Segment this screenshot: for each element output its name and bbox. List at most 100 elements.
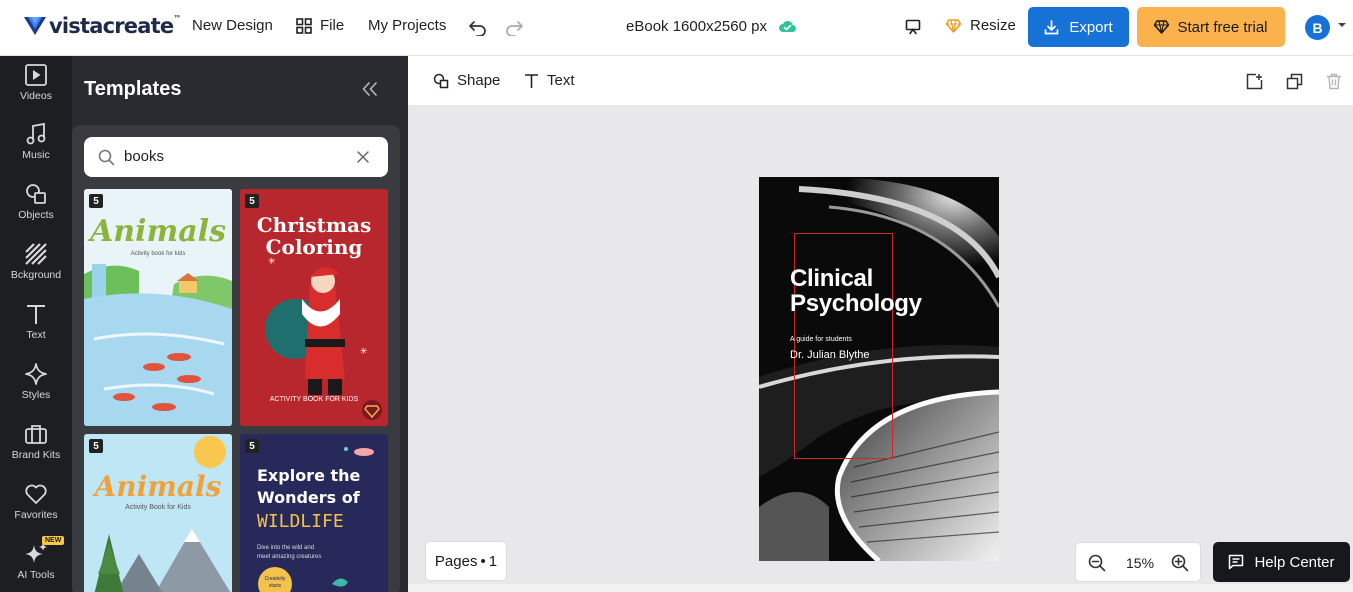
start-free-trial-label: Start free trial xyxy=(1177,18,1268,36)
clear-search-icon[interactable] xyxy=(356,150,370,164)
logo-text: vistacreate™ xyxy=(49,14,181,38)
sidebar-label: Text xyxy=(26,329,46,341)
editor-toolbar: Shape Text xyxy=(408,56,1353,105)
sidebar-item-brand-kits[interactable]: Brand Kits xyxy=(0,422,72,461)
zoom-in-icon[interactable] xyxy=(1171,554,1189,572)
vistacreate-logo[interactable]: vistacreate™ xyxy=(24,14,181,38)
video-icon xyxy=(25,64,47,86)
page-count-badge: 5 xyxy=(89,194,103,208)
cover-title[interactable]: Clinical Psychology xyxy=(790,266,922,316)
undo-button[interactable] xyxy=(468,18,488,38)
sidebar-label: Music xyxy=(22,149,50,161)
chevron-down-icon[interactable] xyxy=(1337,21,1347,29)
text-tool-label: Text xyxy=(547,72,575,89)
pages-label: Pages xyxy=(434,552,478,570)
export-button[interactable]: Export xyxy=(1028,7,1129,47)
svg-text:✳: ✳ xyxy=(360,347,368,357)
file-menu-button[interactable]: File xyxy=(296,17,344,34)
sidebar-label: AI Tools xyxy=(17,569,55,581)
help-center-label: Help Center xyxy=(1254,553,1335,571)
sidebar-item-styles[interactable]: Styles xyxy=(0,362,72,401)
cover-author[interactable]: Dr. Julian Blythe xyxy=(790,349,869,361)
presentation-icon xyxy=(905,19,921,35)
sidebar-item-objects[interactable]: Objects xyxy=(0,182,72,221)
left-sidebar: Videos Music Objects Bckground Text Styl… xyxy=(0,56,72,592)
help-center-button[interactable]: Help Center xyxy=(1213,542,1350,582)
zoom-control: 15% xyxy=(1075,542,1201,582)
animals-mountains-card-title: Animals xyxy=(92,470,222,503)
add-page-button[interactable] xyxy=(1245,72,1263,90)
template-card-wildlife[interactable]: Explore the Wonders of WILDLIFE Dive int… xyxy=(240,434,388,592)
wildlife-cover-illustration: Explore the Wonders of WILDLIFE Dive int… xyxy=(240,434,388,592)
heart-icon xyxy=(25,484,47,504)
animals-cover-illustration: Animals Activity book for kids xyxy=(84,189,232,426)
sidebar-item-favorites[interactable]: Favorites xyxy=(0,482,72,521)
new-design-button[interactable]: New Design xyxy=(192,17,273,34)
add-page-icon xyxy=(1246,73,1262,89)
shape-tool-button[interactable]: Shape xyxy=(433,72,500,89)
search-input[interactable] xyxy=(124,148,344,165)
collapse-panel-icon[interactable] xyxy=(362,82,378,96)
design-canvas[interactable]: Clinical Psychology A guide for students… xyxy=(759,177,999,561)
christmas-cover-illustration: ✳ ✳ Christmas Coloring ACTIVITY BOOK FOR… xyxy=(240,189,388,426)
template-card-animals-mountains[interactable]: Animals Activity Book for Kids 5 xyxy=(84,434,232,592)
animals-card-title: Animals xyxy=(87,214,226,249)
templates-list: Animals Activity book for kids 5 ✳ ✳ Chr… xyxy=(72,125,400,592)
diamond-icon xyxy=(1154,20,1170,34)
cover-subtitle[interactable]: A guide for students xyxy=(790,336,852,343)
sidebar-item-ai-tools[interactable]: NEW AI Tools xyxy=(0,536,72,581)
download-icon xyxy=(1044,19,1059,34)
my-projects-button[interactable]: My Projects xyxy=(368,17,446,34)
delete-page-button[interactable] xyxy=(1325,72,1343,90)
horizontal-scrollbar[interactable] xyxy=(408,584,1353,592)
sidebar-item-videos[interactable]: Videos xyxy=(0,63,72,102)
sidebar-item-text[interactable]: Text xyxy=(0,302,72,341)
search-icon xyxy=(98,149,115,166)
page-count-badge: 5 xyxy=(245,194,259,208)
sparkle-icon xyxy=(25,363,47,385)
my-projects-label: My Projects xyxy=(368,17,447,34)
sidebar-label: Objects xyxy=(18,209,54,221)
sidebar-label: Bckground xyxy=(10,269,62,281)
user-avatar[interactable]: B xyxy=(1305,15,1330,40)
resize-button[interactable]: Resize xyxy=(946,17,1016,34)
duplicate-icon xyxy=(1286,73,1302,89)
file-label: File xyxy=(320,17,345,34)
start-free-trial-button[interactable]: Start free trial xyxy=(1137,7,1285,47)
christmas-card-title-line1: Christmas xyxy=(257,213,371,237)
zoom-out-icon[interactable] xyxy=(1088,554,1106,572)
redo-icon xyxy=(506,21,523,36)
animals-card-subtitle: Activity book for kids xyxy=(131,251,186,257)
pages-button[interactable]: Pages • 1 xyxy=(425,541,507,581)
sidebar-label: Favorites xyxy=(14,509,58,521)
sidebar-label: Videos xyxy=(20,90,52,102)
premium-diamond-icon xyxy=(946,18,961,33)
shapes-icon xyxy=(26,184,46,204)
templates-panel: Templates books Animals Activity book fo… xyxy=(72,56,408,592)
pages-separator: • xyxy=(480,552,486,570)
sidebar-label: Brand Kits xyxy=(11,449,61,461)
cloud-saved-icon xyxy=(778,20,796,32)
text-tool-button[interactable]: Text xyxy=(524,72,575,89)
sidebar-item-background[interactable]: Bckground xyxy=(0,242,72,281)
redo-button[interactable] xyxy=(504,18,524,38)
present-button[interactable] xyxy=(904,18,922,36)
wildlife-circle-line2: starts xyxy=(269,583,282,589)
zoom-level: 15% xyxy=(1126,555,1155,571)
christmas-card-subtitle: ACTIVITY BOOK FOR KIDS xyxy=(270,396,359,403)
chat-icon xyxy=(1229,554,1244,570)
logo-icon xyxy=(24,17,46,35)
template-card-animals[interactable]: Animals Activity book for kids 5 xyxy=(84,189,232,426)
template-search[interactable] xyxy=(84,137,388,177)
wildlife-card-title-line3: WILDLIFE xyxy=(257,511,344,532)
wildlife-card-title-line2: Wonders of xyxy=(257,488,361,507)
text-icon xyxy=(525,73,538,88)
ai-sparkles-icon xyxy=(25,543,47,563)
shape-icon xyxy=(433,73,449,88)
document-title[interactable]: eBook 1600x2560 px xyxy=(626,18,796,35)
duplicate-page-button[interactable] xyxy=(1285,72,1303,90)
avatar-initial: B xyxy=(1312,19,1323,36)
template-card-christmas-coloring[interactable]: ✳ ✳ Christmas Coloring ACTIVITY BOOK FOR… xyxy=(240,189,388,426)
text-icon xyxy=(27,305,45,324)
sidebar-item-music[interactable]: Music xyxy=(0,122,72,161)
